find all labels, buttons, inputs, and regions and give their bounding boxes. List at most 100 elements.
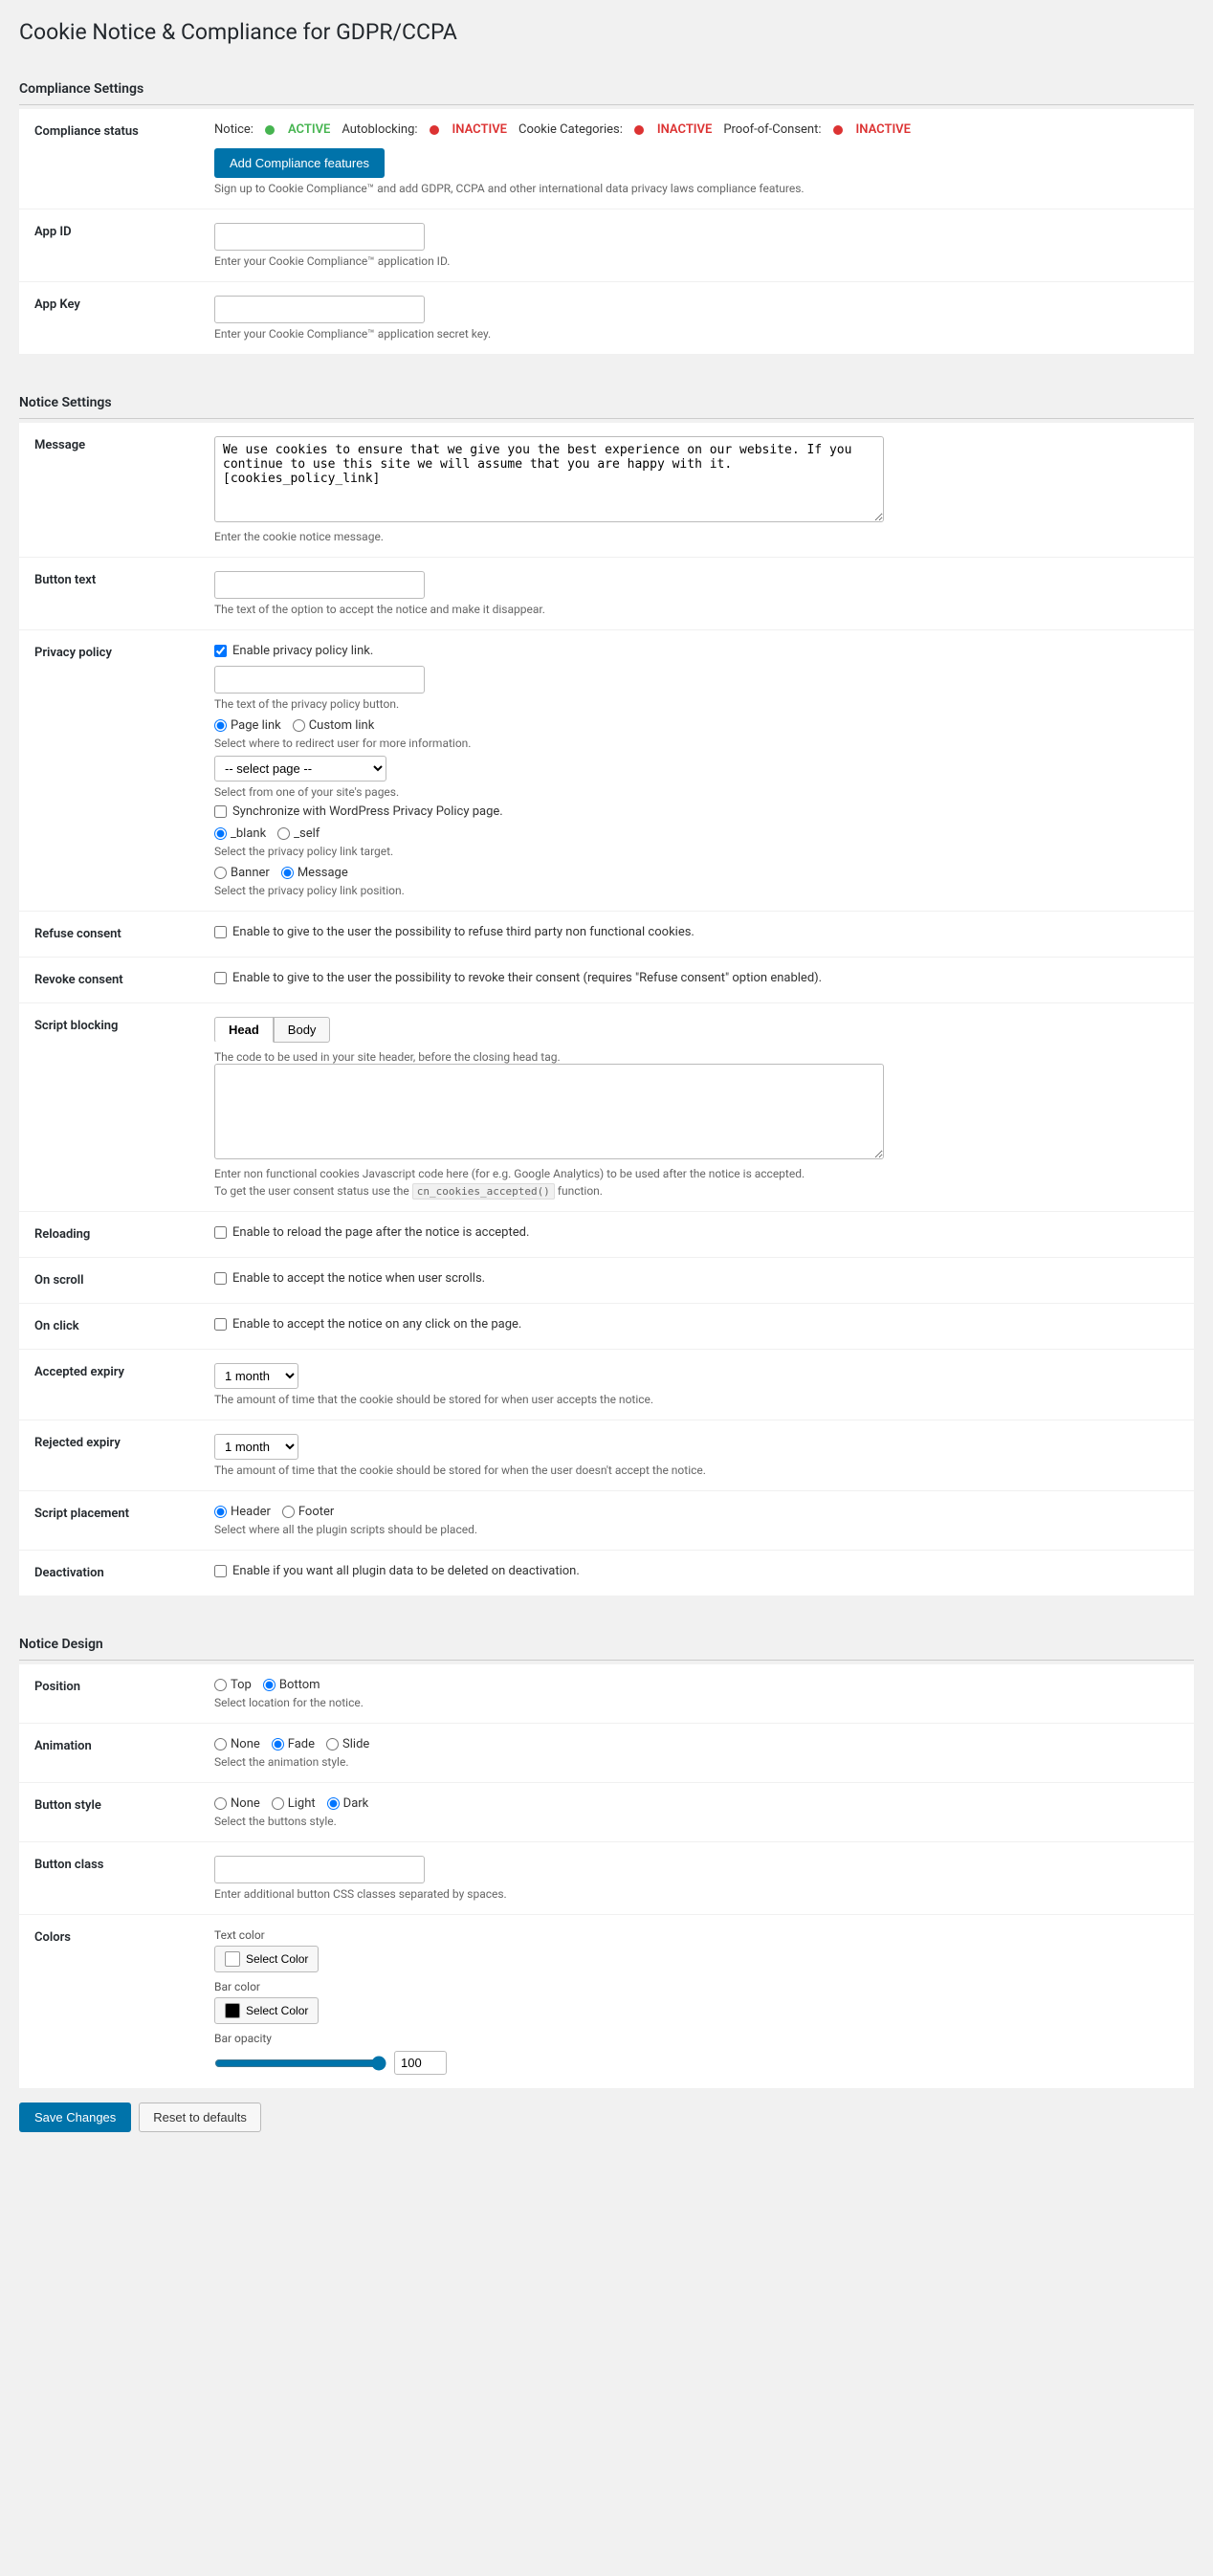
dot-red-autoblocking (430, 125, 439, 135)
compliance-description: Sign up to Cookie Compliance™ and add GD… (214, 182, 1184, 195)
tab-head-button[interactable]: Head (214, 1017, 274, 1043)
revoke-consent-checkbox[interactable] (214, 972, 227, 984)
animation-fade-option[interactable]: Fade (272, 1737, 315, 1751)
target-self-option[interactable]: _self (277, 826, 320, 841)
privacy-policy-enable-text: Enable privacy policy link. (232, 644, 373, 658)
header-placement-radio[interactable] (214, 1506, 227, 1518)
button-style-dark-radio[interactable] (327, 1797, 340, 1810)
app-key-input[interactable] (214, 296, 425, 323)
autoblocking-value: INACTIVE (452, 122, 507, 137)
page-link-radio[interactable] (214, 719, 227, 732)
target-blank-option[interactable]: _blank (214, 826, 266, 841)
script-code: cn_cookies_accepted() (412, 1183, 555, 1200)
bottom-position-radio[interactable] (263, 1679, 276, 1691)
on-scroll-checkbox-label[interactable]: Enable to accept the notice when user sc… (214, 1271, 1184, 1286)
bottom-position-label: Bottom (279, 1678, 320, 1692)
reloading-row: Reloading Enable to reload the page afte… (19, 1212, 1194, 1258)
bar-color-button[interactable]: Select Color (214, 1997, 319, 2024)
privacy-policy-enable-checkbox[interactable] (214, 645, 227, 657)
notice-value: ACTIVE (288, 122, 330, 137)
position-message-option[interactable]: Message (281, 866, 348, 880)
target-description: Select the privacy policy link target. (214, 845, 1184, 858)
text-color-btn-label: Select Color (246, 1952, 308, 1966)
page-link-option[interactable]: Page link (214, 718, 281, 733)
target-blank-label: _blank (231, 826, 266, 841)
tab-body-button[interactable]: Body (274, 1017, 331, 1043)
button-style-none-option[interactable]: None (214, 1796, 260, 1811)
button-class-input[interactable] (214, 1856, 425, 1883)
submit-row: Save Changes Reset to defaults (19, 2089, 1194, 2146)
message-textarea[interactable]: We use cookies to ensure that we give yo… (214, 436, 884, 522)
bar-opacity-number[interactable] (394, 2051, 447, 2075)
accepted-expiry-description: The amount of time that the cookie shoul… (214, 1393, 1184, 1406)
target-self-radio[interactable] (277, 827, 290, 840)
on-click-checkbox[interactable] (214, 1318, 227, 1331)
button-style-group: None Light Dark (214, 1796, 1184, 1811)
animation-cell: None Fade Slide Select the animation sty… (210, 1724, 1194, 1783)
proof-of-consent-value: INACTIVE (856, 122, 911, 137)
refuse-consent-checkbox-label[interactable]: Enable to give to the user the possibili… (214, 925, 1184, 939)
text-color-button[interactable]: Select Color (214, 1946, 319, 1972)
animation-none-option[interactable]: None (214, 1737, 260, 1751)
script-placement-label: Script placement (19, 1491, 210, 1551)
button-style-cell: None Light Dark Select the buttons style… (210, 1783, 1194, 1842)
top-position-option[interactable]: Top (214, 1678, 252, 1692)
button-style-dark-option[interactable]: Dark (327, 1796, 369, 1811)
custom-link-radio[interactable] (293, 719, 305, 732)
on-scroll-checkbox[interactable] (214, 1272, 227, 1285)
add-compliance-button[interactable]: Add Compliance features (214, 148, 385, 178)
position-message-radio[interactable] (281, 867, 294, 879)
link-type-description: Select where to redirect user for more i… (214, 737, 1184, 750)
reloading-checkbox-label[interactable]: Enable to reload the page after the noti… (214, 1225, 1184, 1240)
animation-slide-option[interactable]: Slide (326, 1737, 369, 1751)
animation-none-radio[interactable] (214, 1738, 227, 1750)
button-text-row: Button text Ok The text of the option to… (19, 558, 1194, 630)
script-note1: Enter non functional cookies Javascript … (214, 1167, 1184, 1180)
on-scroll-text: Enable to accept the notice when user sc… (232, 1271, 485, 1286)
script-blocking-textarea[interactable] (214, 1064, 884, 1159)
page-select[interactable]: -- select page -- Home About Privacy Pol… (214, 756, 386, 782)
privacy-policy-text-input[interactable]: Privacy policy (214, 666, 425, 694)
header-placement-option[interactable]: Header (214, 1505, 271, 1519)
app-id-input[interactable] (214, 223, 425, 251)
reloading-checkbox[interactable] (214, 1226, 227, 1239)
target-blank-radio[interactable] (214, 827, 227, 840)
privacy-policy-enable-label[interactable]: Enable privacy policy link. (214, 644, 1184, 658)
revoke-consent-checkbox-label[interactable]: Enable to give to the user the possibili… (214, 971, 1184, 985)
button-text-input[interactable]: Ok (214, 571, 425, 599)
refuse-consent-checkbox[interactable] (214, 926, 227, 938)
script-placement-description: Select where all the plugin scripts shou… (214, 1523, 1184, 1536)
revoke-consent-row: Revoke consent Enable to give to the use… (19, 958, 1194, 1003)
app-id-label: App ID (19, 209, 210, 282)
accepted-expiry-select[interactable]: 1 month 3 months 6 months 1 year Never (214, 1363, 298, 1389)
reset-defaults-button[interactable]: Reset to defaults (139, 2103, 261, 2132)
bottom-position-option[interactable]: Bottom (263, 1678, 320, 1692)
footer-placement-radio[interactable] (282, 1506, 295, 1518)
footer-placement-option[interactable]: Footer (282, 1505, 334, 1519)
on-click-checkbox-label[interactable]: Enable to accept the notice on any click… (214, 1317, 1184, 1332)
bar-opacity-slider[interactable] (214, 2056, 386, 2071)
animation-fade-radio[interactable] (272, 1738, 284, 1750)
deactivation-checkbox[interactable] (214, 1565, 227, 1577)
message-row: Message We use cookies to ensure that we… (19, 423, 1194, 558)
position-banner-radio[interactable] (214, 867, 227, 879)
deactivation-checkbox-label[interactable]: Enable if you want all plugin data to be… (214, 1564, 1184, 1578)
button-style-light-radio[interactable] (272, 1797, 284, 1810)
sync-wp-label[interactable]: Synchronize with WordPress Privacy Polic… (214, 804, 1184, 819)
notice-table: Message We use cookies to ensure that we… (19, 423, 1194, 1596)
position-group: Banner Message (214, 866, 1184, 880)
top-position-radio[interactable] (214, 1679, 227, 1691)
position-banner-option[interactable]: Banner (214, 866, 270, 880)
notice-section-title: Notice Settings (19, 384, 1194, 419)
button-style-light-label: Light (288, 1796, 316, 1811)
save-changes-button[interactable]: Save Changes (19, 2103, 131, 2132)
button-style-none-radio[interactable] (214, 1797, 227, 1810)
position-design-description: Select location for the notice. (214, 1696, 1184, 1709)
button-style-light-option[interactable]: Light (272, 1796, 316, 1811)
animation-slide-radio[interactable] (326, 1738, 339, 1750)
button-style-row: Button style None Light Dark (19, 1783, 1194, 1842)
custom-link-option[interactable]: Custom link (293, 718, 375, 733)
sync-wp-checkbox[interactable] (214, 805, 227, 818)
rejected-expiry-select[interactable]: 1 month 3 months 6 months 1 year Never (214, 1434, 298, 1460)
deactivation-label: Deactivation (19, 1551, 210, 1596)
